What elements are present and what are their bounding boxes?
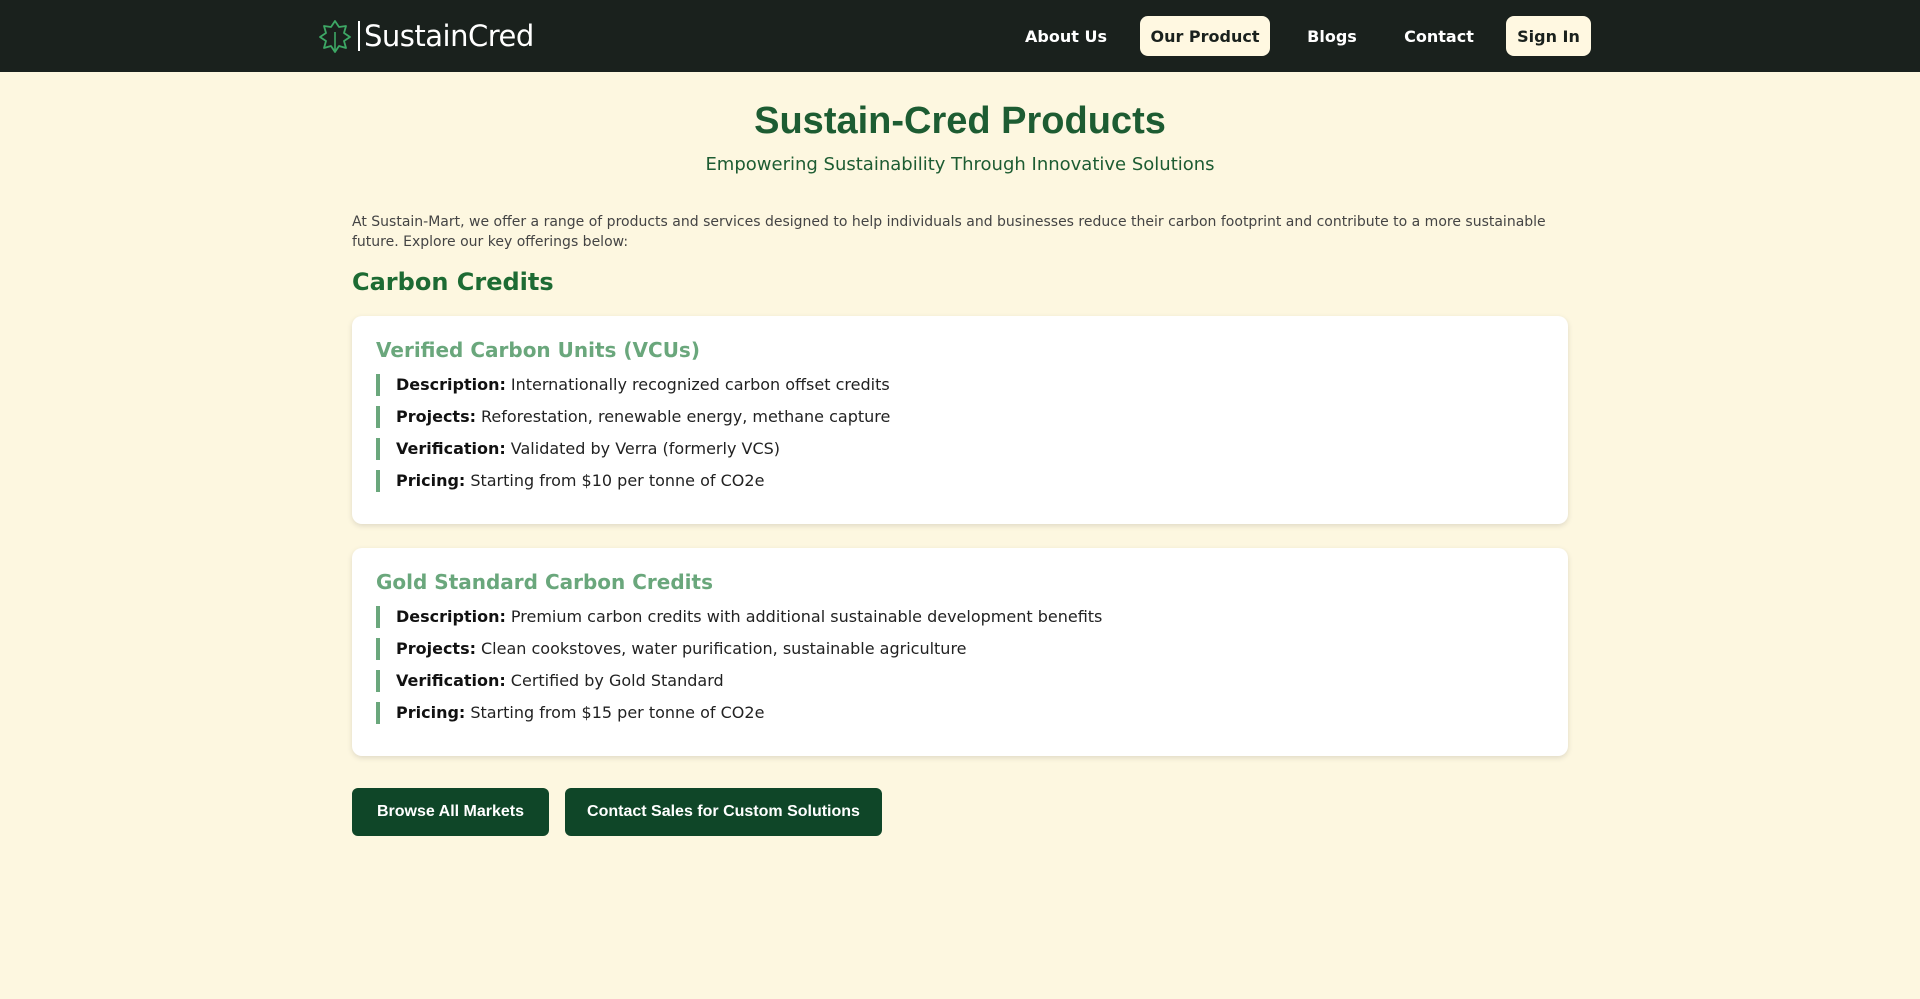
detail-label: Projects:: [396, 407, 476, 426]
card-title: Verified Carbon Units (VCUs): [376, 338, 700, 362]
nav-blogs[interactable]: Blogs: [1292, 16, 1372, 56]
top-navbar: SustainCred About Us Our Product Blogs C…: [0, 0, 1920, 72]
card-detail-verification: Verification: Certified by Gold Standard: [376, 670, 1544, 692]
detail-value: Certified by Gold Standard: [510, 671, 724, 690]
section-heading-carbon-credits: Carbon Credits: [352, 268, 554, 296]
main-nav: About Us Our Product Blogs Contact Sign …: [1014, 16, 1591, 56]
sign-in-button[interactable]: Sign In: [1506, 16, 1591, 56]
detail-value: Starting from $15 per tonne of CO2e: [470, 703, 765, 722]
brand-logo[interactable]: SustainCred: [318, 16, 534, 56]
card-detail-verification: Verification: Validated by Verra (formerl…: [376, 438, 1544, 460]
browse-all-markets-button[interactable]: Browse All Markets: [352, 788, 549, 836]
nav-our-product[interactable]: Our Product: [1140, 16, 1270, 56]
card-detail-description: Description: Premium carbon credits with …: [376, 606, 1544, 628]
detail-value: Premium carbon credits with additional s…: [510, 607, 1103, 626]
contact-sales-button[interactable]: Contact Sales for Custom Solutions: [565, 788, 882, 836]
card-detail-pricing: Pricing: Starting from $10 per tonne of C…: [376, 470, 1544, 492]
card-detail-pricing: Pricing: Starting from $15 per tonne of C…: [376, 702, 1544, 724]
detail-value: Validated by Verra (formerly VCS): [510, 439, 781, 458]
card-detail-projects: Projects: Clean cookstoves, water purific…: [376, 638, 1544, 660]
detail-label: Verification:: [396, 671, 506, 690]
detail-value: Starting from $10 per tonne of CO2e: [470, 471, 765, 490]
card-detail-description: Description: Internationally recognized c…: [376, 374, 1544, 396]
product-card-gold-standard: Gold Standard Carbon Credits Description…: [352, 548, 1568, 756]
brand-divider: [358, 21, 360, 51]
product-card-vcu: Verified Carbon Units (VCUs) Description…: [352, 316, 1568, 524]
card-detail-projects: Projects: Reforestation, renewable energy…: [376, 406, 1544, 428]
page-subtitle: Empowering Sustainability Through Innova…: [705, 154, 1215, 175]
detail-value: Internationally recognized carbon offset…: [510, 375, 890, 394]
detail-value: Reforestation, renewable energy, methane…: [481, 407, 891, 426]
page-title: Sustain-Cred Products: [754, 100, 1166, 142]
detail-label: Pricing:: [396, 703, 466, 722]
brand-name: SustainCred: [364, 19, 534, 53]
detail-value: Clean cookstoves, water purification, su…: [481, 639, 967, 658]
leaf-logo-icon: [319, 20, 351, 53]
detail-label: Verification:: [396, 439, 506, 458]
nav-contact[interactable]: Contact: [1394, 16, 1484, 56]
detail-label: Projects:: [396, 639, 476, 658]
detail-label: Pricing:: [396, 471, 466, 490]
intro-text: At Sustain-Mart, we offer a range of pro…: [352, 214, 1546, 250]
card-title: Gold Standard Carbon Credits: [376, 570, 713, 594]
nav-about-us[interactable]: About Us: [1014, 16, 1118, 56]
detail-label: Description:: [396, 607, 506, 626]
detail-label: Description:: [396, 375, 506, 394]
